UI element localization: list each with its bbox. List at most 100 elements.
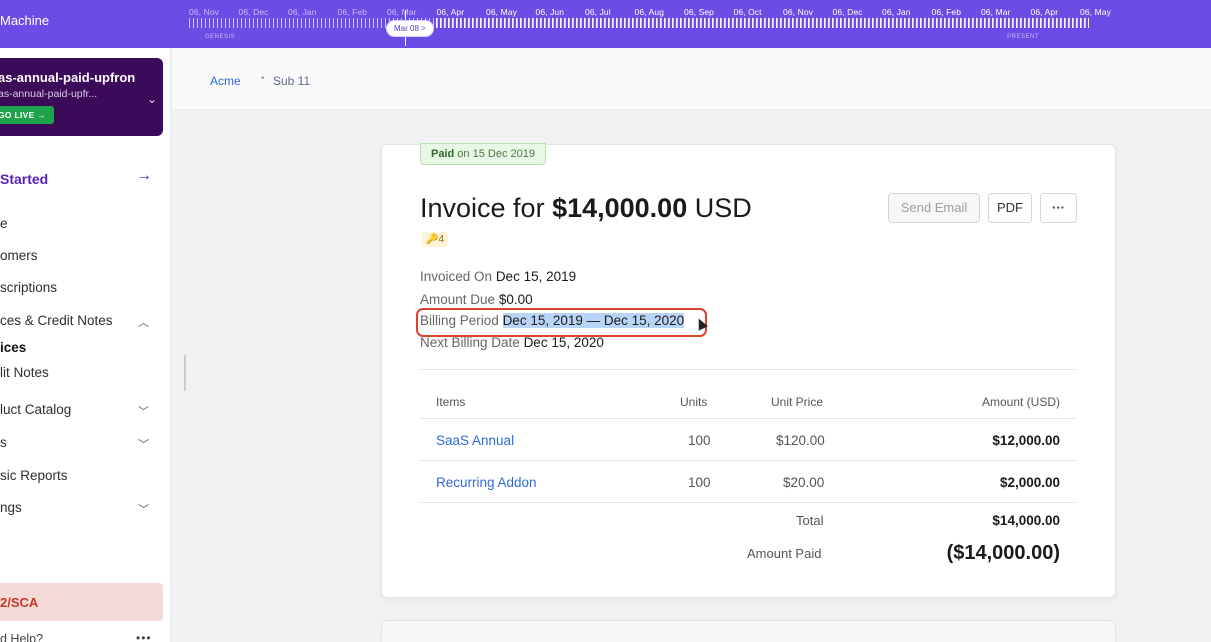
next-billing-label: Next Billing Date — [420, 335, 520, 350]
tag-count: 4 — [438, 234, 445, 245]
timeline-month: 06, May — [486, 7, 517, 17]
sidebar-item-invoices-credit-notes[interactable]: ces & Credit Notes — [0, 313, 113, 328]
go-live-button[interactable]: GO LIVE → — [0, 106, 55, 124]
chevron-down-icon: ⌄ — [146, 92, 157, 106]
sidebar-item-basic-reports[interactable]: sic Reports — [0, 468, 68, 483]
next-billing-value: Dec 15, 2020 — [523, 335, 604, 350]
sidebar-item-credit-notes[interactable]: lit Notes — [0, 365, 49, 380]
timeline-month: 06, Nov — [189, 7, 219, 17]
sidebar-item-product-catalog[interactable]: luct Catalog — [0, 402, 71, 417]
total-value: $14,000.00 — [992, 513, 1060, 528]
invoiced-on-value: Dec 15, 2019 — [495, 269, 577, 284]
invoice-tag[interactable]: 🔑4 — [422, 232, 449, 247]
timeline-genesis-label: GENESIS — [205, 34, 236, 40]
table-row: Recurring Addon 100 $20.00 $2,000.00 — [420, 460, 1076, 502]
invoiced-on-row: Invoiced On Dec 15, 2019 — [420, 269, 576, 284]
item-name-link[interactable]: Recurring Addon — [436, 475, 537, 490]
timeline-month: 06, Dec — [238, 7, 269, 17]
column-header-unit-price: Unit Price — [771, 395, 824, 409]
timeline-month: 06, Feb — [931, 7, 962, 17]
timeline-current-marker[interactable]: Mar 08 > — [386, 20, 434, 37]
sidebar-item-invoices[interactable]: ices — [0, 340, 26, 355]
breadcrumb-separator: • — [261, 73, 265, 84]
title-prefix: Invoice for — [420, 193, 545, 223]
timeline-month: 06, Sep — [684, 7, 715, 17]
item-units: 100 — [688, 475, 711, 490]
timeline-month: 06, Mar — [981, 7, 1011, 17]
timeline-month: 06, Aug — [634, 7, 665, 17]
account-switcher[interactable]: as-annual-paid-upfron as-annual-paid-upf… — [0, 58, 163, 136]
breadcrumb-root[interactable]: Acme — [210, 74, 241, 88]
more-actions-button[interactable]: ··· — [1040, 193, 1077, 223]
sidebar-resize-handle[interactable] — [184, 355, 186, 391]
more-icon[interactable]: ••• — [136, 631, 152, 642]
paid-status: Paid — [431, 148, 455, 160]
amount-due-label: Amount Due — [420, 292, 496, 307]
timeline[interactable]: 06, Nov 06, Dec 06, Jan 06, Feb 06, Mar 06, A… — [189, 7, 1111, 47]
item-unit-price: $20.00 — [783, 475, 825, 490]
timeline-month: 06, Dec — [832, 7, 863, 17]
pdf-button[interactable]: PDF — [988, 193, 1032, 223]
invoice-card: Paid on 15 Dec 2019 Invoice for $14,000.… — [381, 143, 1116, 598]
page-title: Invoice for $14,000.00 USD — [420, 193, 752, 224]
timeline-month: 06, Apr — [1030, 7, 1059, 17]
arrow-right-icon: → — [136, 167, 152, 184]
sidebar-item-get-started[interactable]: Started — [0, 171, 48, 187]
column-header-amount: Amount (USD) — [981, 395, 1060, 409]
timeline-month: 06, Jun — [535, 7, 565, 17]
sca-banner[interactable]: 2/SCA — [0, 583, 163, 621]
timeline-month: 06, Oct — [733, 7, 762, 17]
table-row: SaaS Annual 100 $120.00 $12,000.00 — [420, 418, 1076, 460]
timeline-month: 06, Nov — [783, 7, 813, 17]
next-card — [381, 620, 1116, 642]
help-link[interactable]: d Help? — [0, 632, 43, 642]
total-label: Total — [796, 513, 824, 528]
item-name-link[interactable]: SaaS Annual — [436, 433, 514, 448]
timeline-months: 06, Nov 06, Dec 06, Jan 06, Feb 06, Mar 06, A… — [189, 7, 1130, 17]
highlight-annotation — [416, 308, 707, 337]
timeline-month: 06, Jan — [288, 7, 317, 17]
totals-section: Total $14,000.00 Amount Paid ($14,000.00… — [420, 502, 1076, 564]
timeline-present-label: PRESENT — [1007, 34, 1039, 40]
sidebar-item-home[interactable]: e — [0, 216, 8, 231]
timeline-month: 06, Jan — [882, 7, 911, 17]
chevron-down-icon: ﹀ — [138, 504, 149, 516]
time-machine-bar: Machine 06, Nov 06, Dec 06, Jan 06, Feb 06, … — [0, 0, 1211, 48]
chevron-down-icon: ﹀ — [138, 439, 149, 451]
next-billing-row: Next Billing Date Dec 15, 2020 — [420, 335, 604, 350]
account-sub: as-annual-paid-upfr... — [0, 88, 98, 100]
timeline-month: 06, Jul — [585, 7, 611, 17]
sidebar-item-settings[interactable]: ngs — [0, 500, 22, 515]
item-amount: $12,000.00 — [992, 433, 1060, 448]
chevron-up-icon: ︿ — [138, 317, 149, 329]
divider — [420, 369, 1076, 370]
amount-due-value: $0.00 — [498, 292, 533, 307]
chevron-down-icon: ﹀ — [138, 406, 149, 418]
timeline-month: 06, Mar — [387, 7, 417, 17]
timeline-ticks-future — [436, 18, 1089, 28]
column-header-units: Units — [680, 395, 708, 409]
timeline-month: 06, Apr — [436, 7, 465, 17]
amount-paid-value: ($14,000.00) — [946, 542, 1060, 564]
key-icon: 🔑 — [426, 234, 439, 245]
breadcrumb: Acme • Sub 11 — [172, 48, 1211, 110]
amount-due-row: Amount Due $0.00 — [420, 292, 533, 307]
sidebar-item-subscriptions[interactable]: scriptions — [0, 280, 57, 295]
sidebar: as-annual-paid-upfron as-annual-paid-upf… — [0, 48, 171, 642]
paid-date: on 15 Dec 2019 — [457, 148, 535, 160]
item-amount: $2,000.00 — [999, 475, 1060, 490]
item-unit-price: $120.00 — [776, 433, 825, 448]
invoice-amount: $14,000.00 — [552, 193, 688, 223]
status-badge: Paid on 15 Dec 2019 — [420, 143, 546, 165]
column-header-items: Items — [436, 395, 466, 409]
timeline-month: 06, Feb — [337, 7, 368, 17]
sidebar-item-customers[interactable]: omers — [0, 248, 38, 263]
breadcrumb-current[interactable]: Sub 11 — [273, 74, 310, 88]
invoice-currency: USD — [694, 193, 752, 223]
send-email-button[interactable]: Send Email — [888, 193, 980, 223]
timeline-month: 06, May — [1080, 7, 1111, 17]
invoiced-on-label: Invoiced On — [420, 269, 493, 284]
account-name: as-annual-paid-upfron — [0, 70, 136, 85]
sidebar-item-collapsed[interactable]: s — [0, 435, 7, 450]
item-units: 100 — [688, 433, 711, 448]
